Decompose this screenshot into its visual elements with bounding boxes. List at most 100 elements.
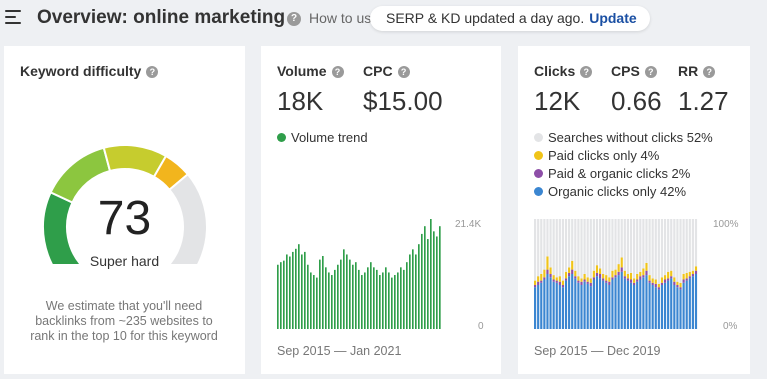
clicks-bar-segment	[694, 274, 698, 329]
volume-bar	[370, 262, 372, 329]
clicks-bar-segment	[667, 271, 670, 279]
clicks-bar-segment	[679, 282, 682, 288]
clicks-bar-segment	[673, 281, 676, 285]
clicks-bar-segment	[611, 279, 614, 329]
volume-bar	[283, 260, 285, 329]
clicks-bar-segment	[605, 219, 608, 276]
clicks-bar-segment	[648, 282, 651, 329]
clicks-bar-segment	[648, 280, 651, 283]
clicks-bar-segment	[598, 268, 602, 274]
clicks-bar-segment	[564, 280, 568, 329]
clicks-bar-segment	[605, 280, 608, 283]
clicks-bar-segment	[552, 281, 555, 329]
clicks-bar-segment	[617, 219, 620, 265]
clicks-bar-segment	[694, 219, 698, 267]
clicks-bar-segment	[657, 219, 660, 284]
clicks-bar-segment	[691, 270, 694, 274]
clicks-bar-segment	[688, 276, 691, 279]
clicks-bar-segment	[608, 281, 611, 285]
clicks-bar-segment	[608, 277, 611, 282]
clicks-bar-segment	[633, 219, 636, 279]
clicks-bar-segment	[691, 274, 694, 277]
clicks-bar-segment	[682, 282, 685, 329]
menu-icon[interactable]	[5, 10, 21, 24]
clicks-bar-segment	[660, 282, 664, 285]
volume-bar	[301, 254, 303, 329]
clicks-bar-segment	[568, 267, 571, 273]
clicks-bar-segment	[663, 282, 667, 329]
clicks-bar-segment	[614, 219, 617, 270]
clicks-bar-segment	[682, 219, 685, 274]
clicks-bar-segment	[595, 265, 599, 273]
volume-bar	[316, 277, 318, 329]
clicks-bar-segment	[654, 283, 657, 288]
clicks-bar-segment	[611, 270, 614, 278]
volume-bar	[313, 275, 315, 329]
clicks-bar-segment	[580, 285, 583, 329]
volume-bar	[418, 244, 420, 329]
clicks-bar-segment	[614, 277, 617, 329]
help-icon[interactable]: ?	[287, 12, 301, 26]
clicks-bar-segment	[561, 285, 565, 288]
volume-bar	[334, 269, 336, 329]
clicks-bar-segment	[568, 219, 571, 268]
clicks-bar-segment	[608, 285, 611, 329]
clicks-bar-segment	[598, 274, 602, 279]
clicks-bar-segment	[552, 279, 555, 282]
volume-bar	[286, 254, 288, 329]
volume-bar	[277, 264, 279, 329]
volume-bar	[430, 219, 432, 329]
clicks-bar-segment	[592, 277, 595, 280]
volume-bar	[388, 272, 390, 329]
clicks-bar-segment	[540, 280, 543, 283]
update-link[interactable]: Update	[589, 10, 636, 26]
clicks-y-max: 100%	[713, 219, 739, 230]
clicks-bar-segment	[682, 279, 685, 283]
clicks-bar-segment	[645, 263, 648, 271]
clicks-bar-segment	[534, 280, 537, 285]
keyword-difficulty-help-icon[interactable]: ?	[146, 66, 159, 78]
clicks-bar-segment	[651, 219, 654, 279]
clicks-bar-segment	[639, 219, 642, 272]
clicks-bar-segment	[626, 280, 629, 329]
volume-bar	[409, 254, 411, 329]
clicks-bar-segment	[555, 280, 558, 283]
clicks-bar-segment	[633, 278, 636, 283]
volume-y-max: 21.4K	[455, 219, 482, 230]
clicks-bar-segment	[682, 274, 685, 280]
clicks-bar-segment	[555, 277, 558, 281]
clicks-bar-segment	[639, 271, 642, 277]
clicks-bar-segment	[558, 276, 561, 282]
clicks-bar-segment	[546, 274, 549, 329]
clicks-bar-segment	[673, 219, 676, 278]
clicks-bar-segment	[602, 274, 605, 279]
clicks-bar-segment	[660, 285, 664, 329]
clicks-bar-segment	[660, 277, 664, 283]
clicks-bar-segment	[636, 279, 639, 282]
volume-bar	[391, 277, 393, 329]
clicks-bar-segment	[645, 270, 648, 276]
clicks-bar-segment	[586, 283, 589, 329]
clicks-bar-segment	[555, 282, 558, 329]
clicks-bar-segment	[583, 279, 586, 282]
volume-bar	[307, 264, 309, 329]
clicks-bar-segment	[598, 219, 602, 269]
volume-trend-chart	[277, 219, 441, 329]
volume-bar	[397, 272, 399, 329]
clicks-bar-segment	[642, 219, 645, 269]
clicks-bar-segment	[561, 287, 565, 329]
clicks-bar-segment	[654, 287, 657, 329]
clicks-bar-segment	[580, 219, 583, 279]
clicks-bar-segment	[552, 219, 555, 276]
how-to-use-link[interactable]: How to us	[309, 10, 371, 26]
clicks-bar-segment	[623, 219, 626, 271]
volume-bar	[424, 226, 426, 329]
volume-card: Volume? CPC? 18K $15.00 Volume trend 21.…	[261, 46, 501, 374]
clicks-bar-segment	[651, 278, 654, 283]
clicks-bar-segment	[577, 280, 580, 283]
clicks-bar-segment	[676, 219, 679, 282]
clicks-bar-segment	[574, 219, 577, 271]
clicks-date-range: Sep 2015 — Dec 2019	[534, 344, 661, 358]
volume-bar	[412, 249, 414, 329]
clicks-bar-segment	[571, 260, 574, 270]
